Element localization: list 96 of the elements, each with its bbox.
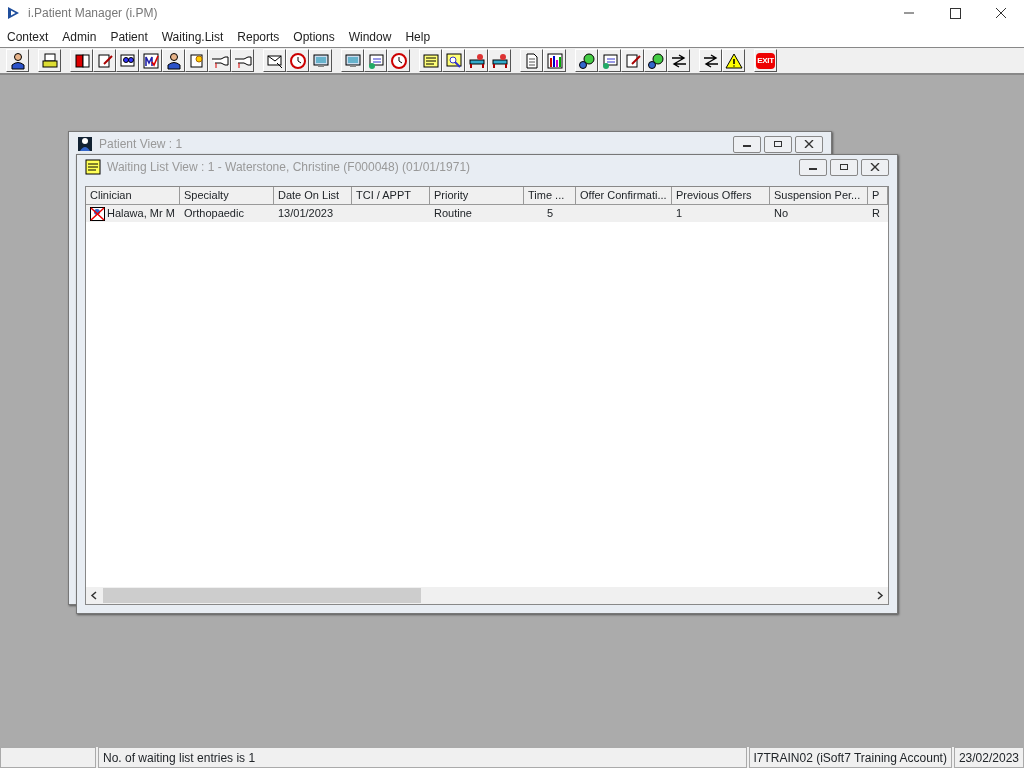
- toolbar-button[interactable]: [341, 49, 364, 72]
- pen-document-icon: [95, 51, 114, 70]
- toolbar-button[interactable]: [543, 49, 566, 72]
- column-header[interactable]: Time ...: [524, 187, 576, 205]
- toolbar-button[interactable]: [667, 49, 690, 72]
- toolbar-button[interactable]: [722, 49, 745, 72]
- close-button[interactable]: [861, 158, 889, 176]
- toolbar-button[interactable]: [185, 49, 208, 72]
- status-text: No. of waiting list entries is 1: [98, 747, 747, 768]
- toolbar-button[interactable]: [598, 49, 621, 72]
- menu-item[interactable]: Reports: [230, 27, 287, 46]
- table-cell-text: Orthopaedic: [184, 206, 244, 221]
- person-icon: [77, 136, 93, 152]
- crossed-clinician-icon: [90, 206, 105, 221]
- tick-chart-icon: [141, 51, 160, 70]
- window-title: Patient View : 1: [99, 136, 183, 153]
- toolbar-button[interactable]: [699, 49, 722, 72]
- note-icon: [85, 159, 101, 175]
- clock-icon: [288, 51, 307, 70]
- monitor-icon: [311, 51, 330, 70]
- table-cell-text: No: [774, 206, 789, 221]
- table-cell-text: 5: [546, 206, 554, 221]
- toolbar-button[interactable]: [419, 49, 442, 72]
- toolbar-button[interactable]: [286, 49, 309, 72]
- close-button[interactable]: [795, 135, 823, 153]
- restore-icon: [773, 140, 783, 148]
- column-header[interactable]: TCI / APPT: [352, 187, 430, 205]
- toolbar-button[interactable]: [465, 49, 488, 72]
- app-logo-icon: [6, 6, 20, 20]
- menu-item[interactable]: Help: [398, 27, 438, 46]
- menu-item[interactable]: Patient: [103, 27, 155, 46]
- table-cell-text: R: [872, 206, 880, 221]
- table-cell-text: Routine: [434, 206, 472, 221]
- minimize-button[interactable]: [799, 158, 827, 176]
- minimize-button[interactable]: [733, 135, 761, 153]
- table-cell-text: 13/01/2023: [278, 206, 334, 221]
- menu-item[interactable]: Admin: [55, 27, 104, 46]
- menu-item[interactable]: Window: [341, 27, 399, 46]
- menu-item[interactable]: Options: [286, 27, 342, 46]
- restore-button[interactable]: [764, 135, 792, 153]
- exit-button[interactable]: EXIT: [754, 49, 777, 72]
- bar-chart-icon: [545, 51, 564, 70]
- person-icon: [8, 51, 27, 70]
- bed-icon: [467, 51, 486, 70]
- clock-icon: [389, 51, 408, 70]
- toolbar-button[interactable]: [139, 49, 162, 72]
- pen-document-icon: [623, 51, 642, 70]
- toolbar-button[interactable]: [263, 49, 286, 72]
- printer-icon: [40, 51, 59, 70]
- toolbar-button[interactable]: [621, 49, 644, 72]
- column-header[interactable]: Previous Offers: [672, 187, 770, 205]
- toolbar-button[interactable]: [309, 49, 332, 72]
- note-search-icon: [444, 51, 463, 70]
- card-person-icon: [366, 51, 385, 70]
- column-header[interactable]: Offer Confirmati...: [576, 187, 672, 205]
- column-header[interactable]: Date On List: [274, 187, 352, 205]
- warning-icon: [724, 51, 743, 70]
- person-icon: [164, 51, 183, 70]
- column-header[interactable]: Suspension Per...: [770, 187, 868, 205]
- close-icon: [870, 163, 880, 171]
- table-cell-text: Halawa, Mr M: [107, 206, 175, 221]
- toolbar-button[interactable]: [520, 49, 543, 72]
- column-header[interactable]: Clinician: [86, 187, 180, 205]
- toolbar-button[interactable]: [442, 49, 465, 72]
- note-icon: [421, 51, 440, 70]
- column-header[interactable]: Specialty: [180, 187, 274, 205]
- column-header[interactable]: Priority: [430, 187, 524, 205]
- toolbar-button[interactable]: [6, 49, 29, 72]
- close-icon: [804, 140, 814, 148]
- book-icon: [72, 51, 91, 70]
- toolbar-button[interactable]: [162, 49, 185, 72]
- status-text: I7TRAIN02 (iSoft7 Training Account): [748, 747, 952, 768]
- arrows-icon: [669, 51, 688, 70]
- toolbar-button[interactable]: [364, 49, 387, 72]
- menu-item[interactable]: Context: [0, 27, 56, 46]
- toolbar-button[interactable]: [387, 49, 410, 72]
- status-text: 23/02/2023: [953, 747, 1024, 768]
- table-row[interactable]: Halawa, Mr M Orthopaedic 13/01/2023 Routine 5 1 No R: [86, 205, 888, 222]
- window-title: Waiting List View : 1 - Waterstone, Christine (F000048) (01/01/1971): [107, 159, 471, 176]
- monitor-icon: [343, 51, 362, 70]
- toolbar-button[interactable]: [70, 49, 93, 72]
- restore-button[interactable]: [830, 158, 858, 176]
- bed-icon: [490, 51, 509, 70]
- column-header[interactable]: P: [868, 187, 888, 205]
- window-title: i.Patient Manager (i.PM): [28, 5, 158, 22]
- toolbar-button[interactable]: [93, 49, 116, 72]
- toolbar-button[interactable]: [488, 49, 511, 72]
- scrollbar-thumb[interactable]: [103, 588, 421, 603]
- card-person-icon: [600, 51, 619, 70]
- table-cell-text: 1: [676, 206, 683, 221]
- horizontal-scrollbar[interactable]: [86, 587, 888, 604]
- arrows-icon: [701, 51, 720, 70]
- menu-item[interactable]: Waiting.List: [154, 27, 231, 46]
- restore-icon: [839, 163, 849, 171]
- sun-document-icon: [187, 51, 206, 70]
- toolbar-button[interactable]: [38, 49, 61, 72]
